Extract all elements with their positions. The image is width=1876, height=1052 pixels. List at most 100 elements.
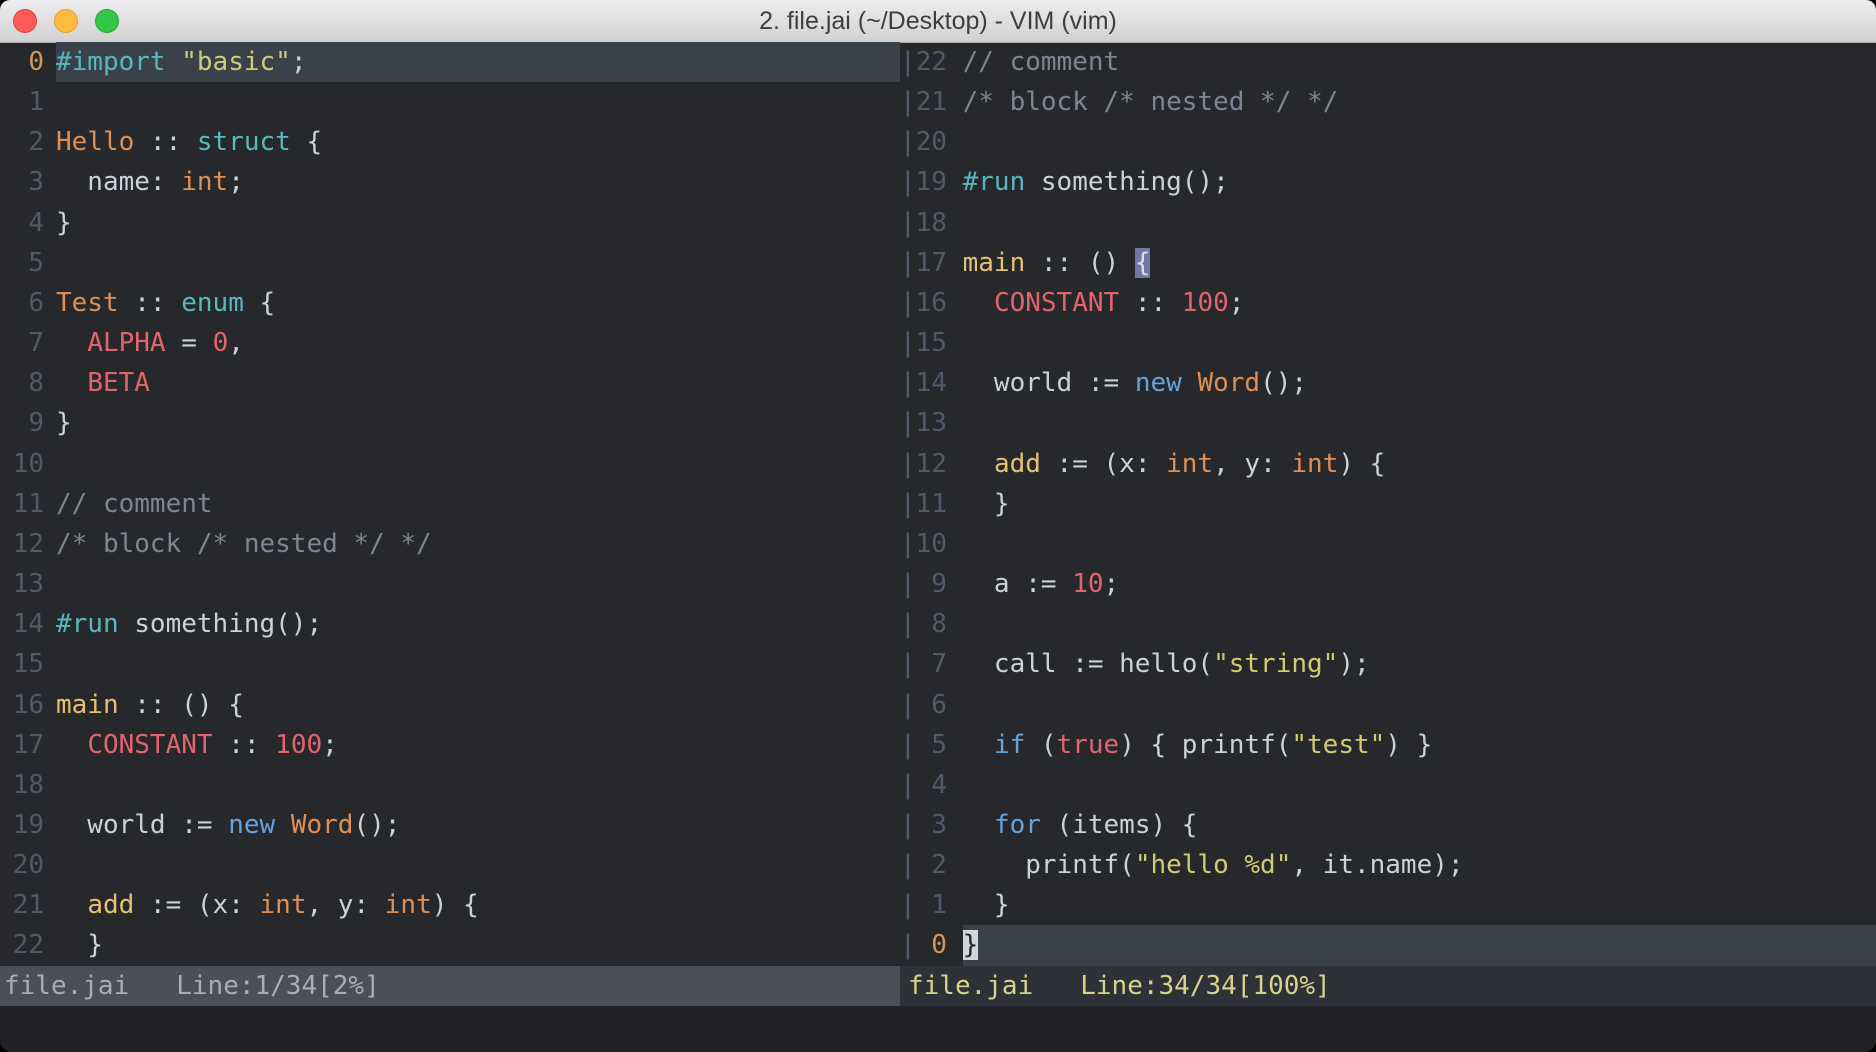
token: "string" (1213, 649, 1338, 679)
code-line[interactable]: |16 CONSTANT :: 100; (900, 283, 1876, 323)
line-number: 3 (0, 162, 44, 202)
matching-brace: { (1135, 248, 1151, 278)
code-line[interactable]: | 6 (900, 685, 1876, 725)
token: if (994, 730, 1025, 760)
code-line[interactable]: 13 (0, 564, 900, 604)
token: ; (1104, 569, 1120, 599)
code-line[interactable]: 3 name: int; (0, 162, 900, 202)
token (1182, 368, 1198, 398)
line-number: 12 (0, 524, 44, 564)
code-text (56, 243, 900, 283)
code-line[interactable]: 9} (0, 403, 900, 443)
code-line[interactable]: | 7 call := hello("string"); (900, 644, 1876, 684)
token: int (181, 167, 228, 197)
code-line[interactable]: |14 world := new Word(); (900, 363, 1876, 403)
line-number: | 7 (900, 644, 963, 684)
code-line[interactable]: 11// comment (0, 484, 900, 524)
line-number: 14 (0, 604, 44, 644)
code-line[interactable]: |18 (900, 203, 1876, 243)
code-line[interactable]: 12 /* block /* nested */ */ (0, 524, 900, 564)
code-line[interactable]: |11 } (900, 484, 1876, 524)
code-line[interactable]: 17 CONSTANT :: 100; (0, 725, 900, 765)
code-line[interactable]: | 5 if (true) { printf("test") } (900, 725, 1876, 765)
code-line[interactable]: | 9 a := 10; (900, 564, 1876, 604)
code-line[interactable]: 14#run something(); (0, 604, 900, 644)
code-line[interactable]: | 1 } (900, 885, 1876, 925)
line-number: 16 (0, 685, 44, 725)
code-line[interactable]: 2Hello :: struct { (0, 122, 900, 162)
line-number: |16 (900, 283, 963, 323)
code-line[interactable]: 7 ALPHA = 0, (0, 323, 900, 363)
code-line[interactable]: | 3 for (items) { (900, 805, 1876, 845)
zoom-button[interactable] (95, 9, 119, 33)
code-line[interactable]: |12 add := (x: int, y: int) { (900, 444, 1876, 484)
token: :: () { (119, 690, 244, 720)
pane-divider: | (900, 890, 916, 920)
pane-divider: | (900, 850, 916, 880)
code-line[interactable]: 8 BETA (0, 363, 900, 403)
code-line[interactable]: 6Test :: enum { (0, 283, 900, 323)
code-line[interactable]: 21 add := (x: int, y: int) { (0, 885, 900, 925)
token: // comment (56, 489, 213, 519)
code-line[interactable]: | 2 printf("hello %d", it.name); (900, 845, 1876, 885)
code-text: main :: () { (56, 685, 900, 725)
token: // comment (963, 47, 1120, 77)
right-pane[interactable]: |22 // comment|21 /* block /* nested */ … (900, 42, 1876, 966)
token: ; (1229, 288, 1245, 318)
token: ) } (1385, 730, 1432, 760)
token: ALPHA (87, 328, 165, 358)
code-line[interactable]: | 8 (900, 604, 1876, 644)
token: 100 (275, 730, 322, 760)
pane-divider: | (900, 489, 916, 519)
code-line[interactable]: |13 (900, 403, 1876, 443)
code-line[interactable]: 10 (0, 444, 900, 484)
code-line[interactable]: 1 (0, 82, 900, 122)
code-line[interactable]: |15 (900, 323, 1876, 363)
line-number: 9 (0, 403, 44, 443)
token: Hello (56, 127, 134, 157)
code-line[interactable]: |21 /* block /* nested */ */ (900, 82, 1876, 122)
vim-window: 2. file.jai (~/Desktop) - VIM (vim) 0#im… (0, 0, 1876, 1052)
pane-divider: | (900, 368, 916, 398)
token: add (87, 890, 134, 920)
code-line[interactable]: 0#import "basic"; (0, 42, 900, 82)
line-number: |17 (900, 243, 963, 283)
code-line[interactable]: |19 #run something(); (900, 162, 1876, 202)
command-line[interactable] (0, 1006, 1876, 1052)
title-bar[interactable]: 2. file.jai (~/Desktop) - VIM (vim) (0, 0, 1876, 43)
line-number: 1 (0, 82, 44, 122)
code-line[interactable]: 4} (0, 203, 900, 243)
line-number: |20 (900, 122, 963, 162)
code-text: Hello :: struct { (56, 122, 900, 162)
token (275, 810, 291, 840)
code-line[interactable]: | 0 } (900, 925, 1876, 965)
code-line[interactable]: |20 (900, 122, 1876, 162)
token: ) { (432, 890, 479, 920)
line-number: |10 (900, 524, 963, 564)
code-line[interactable]: | 4 (900, 765, 1876, 805)
left-pane[interactable]: 0#import "basic";12Hello :: struct {3 na… (0, 42, 900, 966)
code-text: ALPHA = 0, (56, 323, 900, 363)
token: call := hello( (963, 649, 1213, 679)
pane-divider: | (900, 810, 916, 840)
code-line[interactable]: |22 // comment (900, 42, 1876, 82)
line-number: |19 (900, 162, 963, 202)
code-line[interactable]: 19 world := new Word(); (0, 805, 900, 845)
token: int (385, 890, 432, 920)
minimize-button[interactable] (54, 9, 78, 33)
code-line[interactable]: 16 main :: () { (0, 685, 900, 725)
code-line[interactable]: |10 (900, 524, 1876, 564)
code-line[interactable]: 18 (0, 765, 900, 805)
code-line[interactable]: 20 (0, 845, 900, 885)
token: struct (197, 127, 291, 157)
code-line[interactable]: 15 (0, 644, 900, 684)
close-button[interactable] (13, 9, 37, 33)
pane-divider: | (900, 609, 916, 639)
code-text: /* block /* nested */ */ (56, 524, 900, 564)
token: new (1135, 368, 1182, 398)
code-line[interactable]: |17 main :: () { (900, 243, 1876, 283)
token: = (166, 328, 213, 358)
line-number: | 9 (900, 564, 963, 604)
code-line[interactable]: 22 } (0, 925, 900, 965)
code-line[interactable]: 5 (0, 243, 900, 283)
